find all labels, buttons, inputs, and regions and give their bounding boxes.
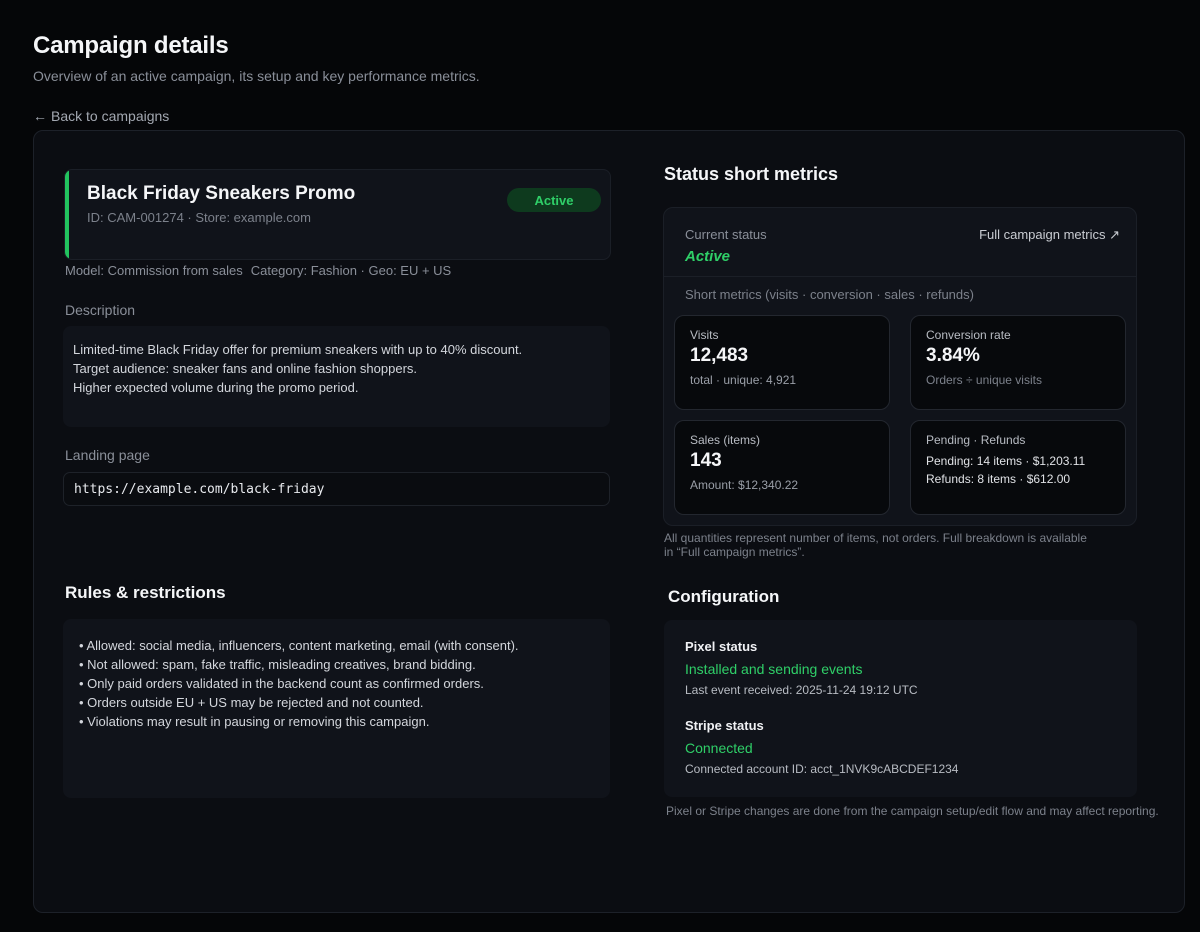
sales-sub: Amount: $12,340.22 xyxy=(690,478,799,492)
conversion-card: Conversion rate 3.84% Orders ÷ unique vi… xyxy=(910,315,1126,410)
metrics-note-line: in “Full campaign metrics”. xyxy=(664,545,805,559)
metrics-note-line: All quantities represent number of items… xyxy=(664,531,1087,545)
pending-refunds-label: Pending · Refunds xyxy=(926,433,1026,447)
stripe-status-label: Stripe status xyxy=(685,718,764,733)
visits-sub: total · unique: 4,921 xyxy=(690,373,797,387)
visits-value: 12,483 xyxy=(690,345,749,366)
page-title: Campaign details xyxy=(33,32,229,59)
pending-line: Pending: 14 items · $1,203.11 xyxy=(926,454,1086,468)
metrics-note: All quantities represent number of items… xyxy=(664,531,1124,559)
landing-page-url[interactable]: https://example.com/black-friday xyxy=(63,472,610,506)
configuration-note: Pixel or Stripe changes are done from th… xyxy=(666,804,1159,818)
status-metrics-panel: Current status Active Full campaign metr… xyxy=(663,207,1137,526)
conversion-value: 3.84% xyxy=(926,345,980,366)
description-line: Target audience: sneaker fans and online… xyxy=(73,361,418,376)
rule-item: • Allowed: social media, influencers, co… xyxy=(79,638,519,653)
campaign-name: Black Friday Sneakers Promo xyxy=(87,183,356,204)
sales-card: Sales (items) 143 Amount: $12,340.22 xyxy=(674,420,890,515)
description-box: Limited-time Black Friday offer for prem… xyxy=(63,326,610,427)
full-campaign-metrics-link[interactable]: Full campaign metrics ↗ xyxy=(979,227,1120,243)
rule-item: • Not allowed: spam, fake traffic, misle… xyxy=(79,657,476,672)
refunds-line: Refunds: 8 items · $612.00 xyxy=(926,472,1071,486)
campaign-accent-bar xyxy=(65,170,69,259)
visits-label: Visits xyxy=(690,328,719,342)
divider xyxy=(664,276,1136,277)
conversion-label: Conversion rate xyxy=(926,328,1011,342)
rules-box: • Allowed: social media, influencers, co… xyxy=(63,619,610,798)
pixel-status-label: Pixel status xyxy=(685,639,758,654)
pending-refunds-card: Pending · Refunds Pending: 14 items · $1… xyxy=(910,420,1126,515)
sales-value: 143 xyxy=(690,450,722,471)
rule-item: • Violations may result in pausing or re… xyxy=(79,714,430,729)
rule-item: • Orders outside EU + US may be rejected… xyxy=(79,695,424,710)
description-line: Higher expected volume during the promo … xyxy=(73,380,359,395)
current-status-value: Active xyxy=(685,248,731,265)
campaign-details-panel: Black Friday Sneakers Promo ID: CAM-0012… xyxy=(33,130,1185,913)
landing-page-label: Landing page xyxy=(65,447,150,463)
stripe-account-id: Connected account ID: acct_1NVK9cABCDEF1… xyxy=(685,762,959,776)
status-metrics-title: Status short metrics xyxy=(664,164,839,184)
rule-item: • Only paid orders validated in the back… xyxy=(79,676,484,691)
sales-label: Sales (items) xyxy=(690,433,761,447)
description-label: Description xyxy=(65,302,136,318)
arrow-left-icon: ← xyxy=(33,108,47,124)
campaign-model: Model: Commission from sales xyxy=(65,263,243,278)
pixel-last-event: Last event received: 2025-11-24 19:12 UT… xyxy=(685,683,918,697)
conversion-sub: Orders ÷ unique visits xyxy=(926,373,1042,387)
campaign-header-card: Black Friday Sneakers Promo ID: CAM-0012… xyxy=(64,169,611,260)
back-to-campaigns-link[interactable]: ← Back to campaigns xyxy=(33,108,169,124)
campaign-category-geo: Category: Fashion · Geo: EU + US xyxy=(250,263,452,278)
description-line: Limited-time Black Friday offer for prem… xyxy=(73,342,523,357)
page-subtitle: Overview of an active campaign, its setu… xyxy=(33,68,480,84)
status-badge: Active xyxy=(507,188,601,212)
campaign-meta: Model: Commission from sales Category: Fa… xyxy=(65,263,451,278)
short-metrics-label: Short metrics (visits · conversion · sal… xyxy=(685,287,974,302)
current-status-label: Current status xyxy=(685,227,767,242)
configuration-title: Configuration xyxy=(668,587,780,606)
visits-card: Visits 12,483 total · unique: 4,921 xyxy=(674,315,890,410)
back-link-label: Back to campaigns xyxy=(51,108,170,124)
configuration-box: Pixel status Installed and sending event… xyxy=(664,620,1137,797)
campaign-id-store: ID: CAM-001274 · Store: example.com xyxy=(87,210,311,225)
pixel-status-value: Installed and sending events xyxy=(685,661,863,677)
stripe-status-value: Connected xyxy=(685,740,753,756)
rules-title: Rules & restrictions xyxy=(65,583,226,602)
